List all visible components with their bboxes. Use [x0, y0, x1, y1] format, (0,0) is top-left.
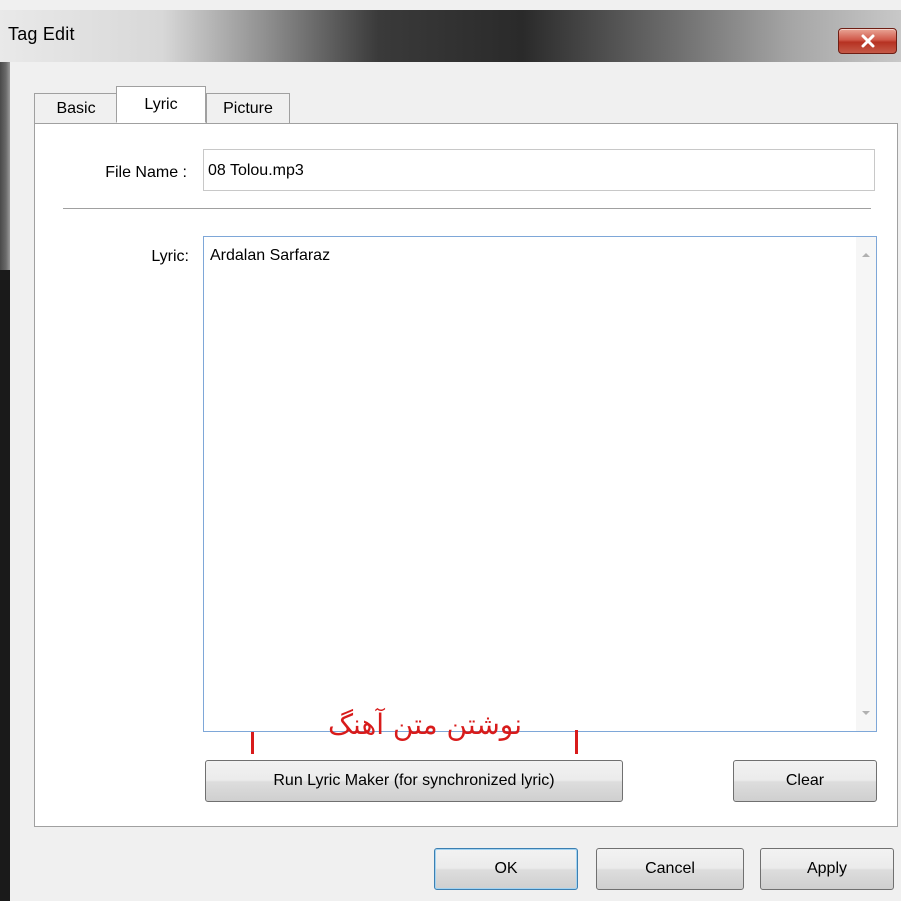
close-icon [861, 34, 874, 48]
tab-lyric[interactable]: Lyric [116, 86, 206, 123]
annotation-tick-right [575, 730, 578, 754]
persian-annotation: نوشتن متن آهنگ [327, 708, 523, 741]
run-lyric-maker-label: Run Lyric Maker (for synchronized lyric) [273, 772, 555, 789]
lyric-tab-panel: File Name : 08 Tolou.mp3 Lyric: Ardalan … [34, 123, 898, 827]
close-button[interactable] [838, 28, 897, 54]
tab-lyric-label: Lyric [144, 95, 178, 113]
lyric-label: Lyric: [151, 248, 189, 265]
background-window-edge-dark [0, 270, 10, 901]
ok-label: OK [494, 860, 518, 877]
divider [63, 208, 871, 210]
cancel-label: Cancel [645, 860, 695, 877]
lyric-scrollbar[interactable] [856, 237, 876, 731]
cancel-button[interactable]: Cancel [596, 848, 744, 890]
window-title: Tag Edit [8, 24, 75, 44]
file-name-value: 08 Tolou.mp3 [208, 162, 304, 179]
scroll-down-icon [862, 711, 870, 715]
title-bar[interactable]: Tag Edit [0, 10, 901, 62]
lyric-textarea[interactable]: Ardalan Sarfaraz [203, 236, 877, 732]
file-name-field[interactable]: 08 Tolou.mp3 [203, 149, 875, 191]
scroll-down-button[interactable] [856, 703, 876, 723]
clear-button[interactable]: Clear [733, 760, 877, 802]
tab-basic-label: Basic [56, 100, 96, 117]
lyric-text: Ardalan Sarfaraz [210, 247, 331, 264]
background-window-edge [0, 60, 10, 901]
tab-picture-label: Picture [223, 100, 273, 117]
tab-picture[interactable]: Picture [206, 93, 290, 124]
apply-button[interactable]: Apply [760, 848, 894, 890]
tag-edit-window: Tag Edit Basic Lyric Picture File Name :… [0, 0, 901, 901]
scroll-up-icon [862, 253, 870, 257]
annotation-tick-left [251, 732, 254, 754]
file-name-label: File Name : [105, 164, 187, 181]
ok-button[interactable]: OK [434, 848, 578, 890]
run-lyric-maker-button[interactable]: Run Lyric Maker (for synchronized lyric) [205, 760, 623, 802]
clear-label: Clear [785, 772, 825, 789]
apply-label: Apply [806, 860, 848, 877]
tab-basic[interactable]: Basic [34, 93, 118, 124]
scroll-up-button[interactable] [856, 245, 876, 265]
